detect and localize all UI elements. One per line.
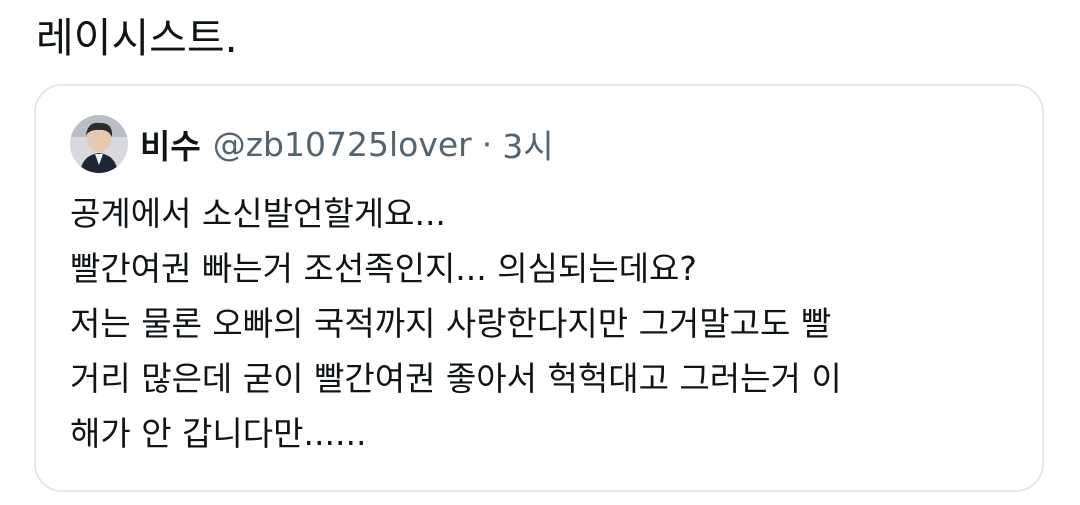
- avatar-image: [70, 115, 128, 173]
- quoted-tweet-card[interactable]: 비수 @zb10725lover · 3시 공계에서 소신발언할게요... 빨간…: [34, 84, 1044, 492]
- quoted-tweet-header: 비수 @zb10725lover · 3시: [70, 114, 554, 174]
- quoted-tweet-line: 빨간여권 빠는거 조선족인지... 의심되는데요?: [70, 249, 697, 288]
- quoted-tweet-line: 저는 물론 오빠의 국적까지 사랑한다지만 그거말고도 빨: [70, 304, 832, 343]
- avatar[interactable]: [70, 115, 128, 173]
- quoted-tweet-body: 공계에서 소신발언할게요... 빨간여권 빠는거 조선족인지... 의심되는데요…: [70, 186, 1020, 461]
- tweet-text: 레이시스트.: [36, 14, 238, 62]
- user-handle[interactable]: @zb10725lover: [213, 125, 472, 164]
- timestamp[interactable]: 3시: [502, 120, 553, 168]
- separator-dot: ·: [481, 124, 493, 164]
- quoted-tweet-line: 공계에서 소신발언할게요...: [70, 194, 446, 233]
- display-name[interactable]: 비수: [140, 120, 201, 168]
- quoted-tweet-line: 해가 안 갑니다만......: [70, 414, 367, 453]
- quoted-tweet-line: 거리 많은데 굳이 빨간여권 좋아서 헉헉대고 그러는거 이: [70, 359, 842, 398]
